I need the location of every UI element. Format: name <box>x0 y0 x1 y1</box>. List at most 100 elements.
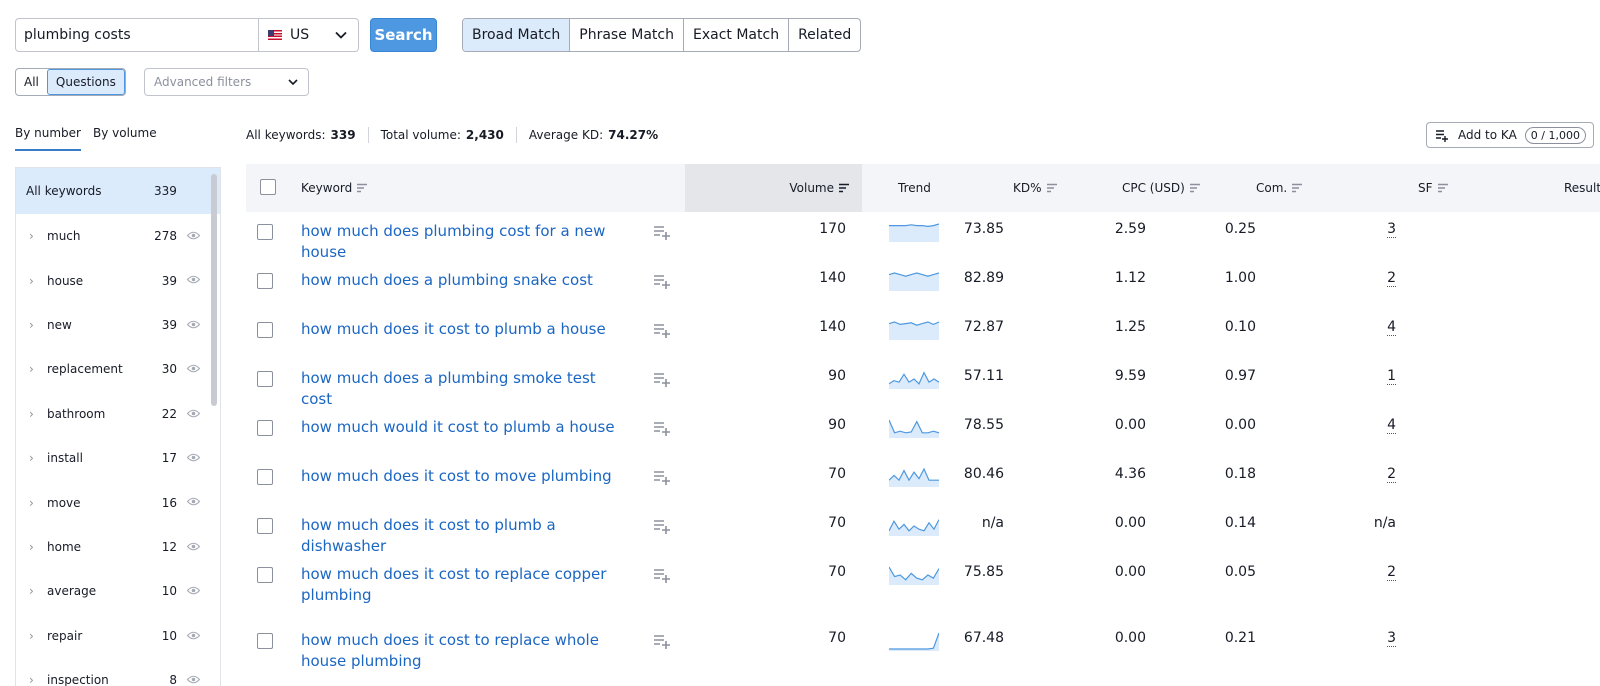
chevron-right-icon[interactable]: › <box>29 673 34 686</box>
column-keyword[interactable]: Keyword <box>301 164 368 212</box>
row-checkbox[interactable] <box>257 633 273 649</box>
sidebar-item-repair[interactable]: › repair 10 <box>16 614 220 658</box>
sf-link[interactable]: 4 <box>1387 417 1396 434</box>
sf-link[interactable]: 2 <box>1387 564 1396 581</box>
sf-value[interactable]: 2 <box>1356 564 1396 581</box>
keyword-link[interactable]: how much does it cost to plumb a house <box>301 319 621 340</box>
select-all-checkbox[interactable] <box>260 179 276 195</box>
eye-icon[interactable] <box>187 364 200 373</box>
column-cpc[interactable]: CPC (USD) <box>1122 164 1201 212</box>
add-to-list-icon[interactable] <box>653 420 671 436</box>
sf-value[interactable]: 2 <box>1356 270 1396 287</box>
search-box[interactable] <box>15 18 259 52</box>
row-checkbox[interactable] <box>257 518 273 534</box>
sf-link[interactable]: 3 <box>1387 221 1396 238</box>
sidebar-item-label: house <box>47 273 84 288</box>
sidebar-item-average[interactable]: › average 10 <box>16 569 220 613</box>
add-to-list-icon[interactable] <box>653 633 671 649</box>
advanced-filters-dropdown[interactable]: Advanced filters <box>144 68 309 96</box>
column-results[interactable]: Result <box>1564 164 1600 212</box>
sidebar-item-much[interactable]: › much 278 <box>16 214 220 258</box>
sidebar-item-install[interactable]: › install 17 <box>16 436 220 480</box>
sf-link[interactable]: 2 <box>1387 466 1396 483</box>
eye-icon[interactable] <box>187 409 200 418</box>
eye-icon[interactable] <box>187 320 200 329</box>
sidebar-item-home[interactable]: › home 12 <box>16 525 220 569</box>
country-select[interactable]: US <box>258 18 359 52</box>
sf-value[interactable]: 3 <box>1356 630 1396 647</box>
sf-value[interactable]: 2 <box>1356 466 1396 483</box>
eye-icon[interactable] <box>187 542 200 551</box>
kd-value: n/a <box>981 515 1004 531</box>
sidebar-item-replacement[interactable]: › replacement 30 <box>16 347 220 391</box>
sidebar-item-bathroom[interactable]: › bathroom 22 <box>16 392 220 436</box>
tab-by-number[interactable]: By number <box>15 126 81 151</box>
row-checkbox[interactable] <box>257 420 273 436</box>
filter-all-button[interactable]: All <box>16 69 47 95</box>
eye-icon[interactable] <box>187 231 200 240</box>
eye-icon[interactable] <box>187 631 200 640</box>
sf-value[interactable]: 4 <box>1356 319 1396 336</box>
sidebar-item-all-keywords[interactable]: All keywords 339 <box>16 168 220 214</box>
keyword-link[interactable]: how much does it cost to replace copper … <box>301 564 621 606</box>
sidebar-item-move[interactable]: › move 16 <box>16 480 220 524</box>
eye-icon[interactable] <box>187 497 200 506</box>
add-to-list-icon[interactable] <box>653 567 671 583</box>
row-checkbox[interactable] <box>257 371 273 387</box>
keyword-link[interactable]: how much does a plumbing snake cost <box>301 270 621 291</box>
row-checkbox[interactable] <box>257 273 273 289</box>
sf-value[interactable]: 3 <box>1356 221 1396 238</box>
column-sf[interactable]: SF <box>1418 164 1449 212</box>
chevron-right-icon[interactable]: › <box>29 540 34 554</box>
sf-value[interactable]: 4 <box>1356 417 1396 434</box>
sidebar-item-count: 30 <box>161 362 177 377</box>
add-to-list-icon[interactable] <box>653 273 671 289</box>
add-to-list-icon[interactable] <box>653 518 671 534</box>
tab-exact-match[interactable]: Exact Match <box>683 19 788 51</box>
sidebar-item-house[interactable]: › house 39 <box>16 258 220 302</box>
sf-link[interactable]: 4 <box>1387 319 1396 336</box>
chevron-right-icon[interactable]: › <box>29 407 34 421</box>
chevron-right-icon[interactable]: › <box>29 496 34 510</box>
chevron-right-icon[interactable]: › <box>29 318 34 332</box>
eye-icon[interactable] <box>187 453 200 462</box>
add-to-list-icon[interactable] <box>653 371 671 387</box>
eye-icon[interactable] <box>187 586 200 595</box>
filter-questions-button[interactable]: Questions <box>46 69 125 95</box>
sf-link[interactable]: 1 <box>1387 368 1396 385</box>
tab-broad-match[interactable]: Broad Match <box>463 19 570 51</box>
row-checkbox[interactable] <box>257 567 273 583</box>
eye-icon[interactable] <box>187 675 200 684</box>
tab-by-volume[interactable]: By volume <box>93 126 157 140</box>
row-checkbox[interactable] <box>257 469 273 485</box>
sidebar-scrollbar[interactable] <box>211 174 217 406</box>
add-to-list-icon[interactable] <box>653 322 671 338</box>
column-com[interactable]: Com. <box>1256 164 1303 212</box>
sidebar-item-inspection[interactable]: › inspection 8 <box>16 658 220 686</box>
search-button[interactable]: Search <box>370 18 437 52</box>
chevron-right-icon[interactable]: › <box>29 274 34 288</box>
tab-phrase-match[interactable]: Phrase Match <box>569 19 683 51</box>
chevron-right-icon[interactable]: › <box>29 584 34 598</box>
eye-icon[interactable] <box>187 275 200 284</box>
sf-link[interactable]: 3 <box>1387 630 1396 647</box>
row-checkbox[interactable] <box>257 322 273 338</box>
column-volume[interactable]: Volume <box>685 164 862 212</box>
add-to-ka-button[interactable]: Add to KA 0 / 1,000 <box>1426 122 1594 148</box>
keyword-link[interactable]: how much does it cost to move plumbing <box>301 466 621 487</box>
keyword-link[interactable]: how much would it cost to plumb a house <box>301 417 621 438</box>
add-to-list-icon[interactable] <box>653 224 671 240</box>
search-input[interactable] <box>16 19 258 51</box>
column-kd[interactable]: KD% <box>1013 164 1058 212</box>
chevron-right-icon[interactable]: › <box>29 229 34 243</box>
tab-related[interactable]: Related <box>788 19 860 51</box>
chevron-right-icon[interactable]: › <box>29 451 34 465</box>
sf-link[interactable]: 2 <box>1387 270 1396 287</box>
sidebar-item-new[interactable]: › new 39 <box>16 303 220 347</box>
keyword-link[interactable]: how much does it cost to replace whole h… <box>301 630 621 672</box>
add-to-list-icon[interactable] <box>653 469 671 485</box>
sf-value[interactable]: 1 <box>1356 368 1396 385</box>
chevron-right-icon[interactable]: › <box>29 629 34 643</box>
chevron-right-icon[interactable]: › <box>29 362 34 376</box>
row-checkbox[interactable] <box>257 224 273 240</box>
